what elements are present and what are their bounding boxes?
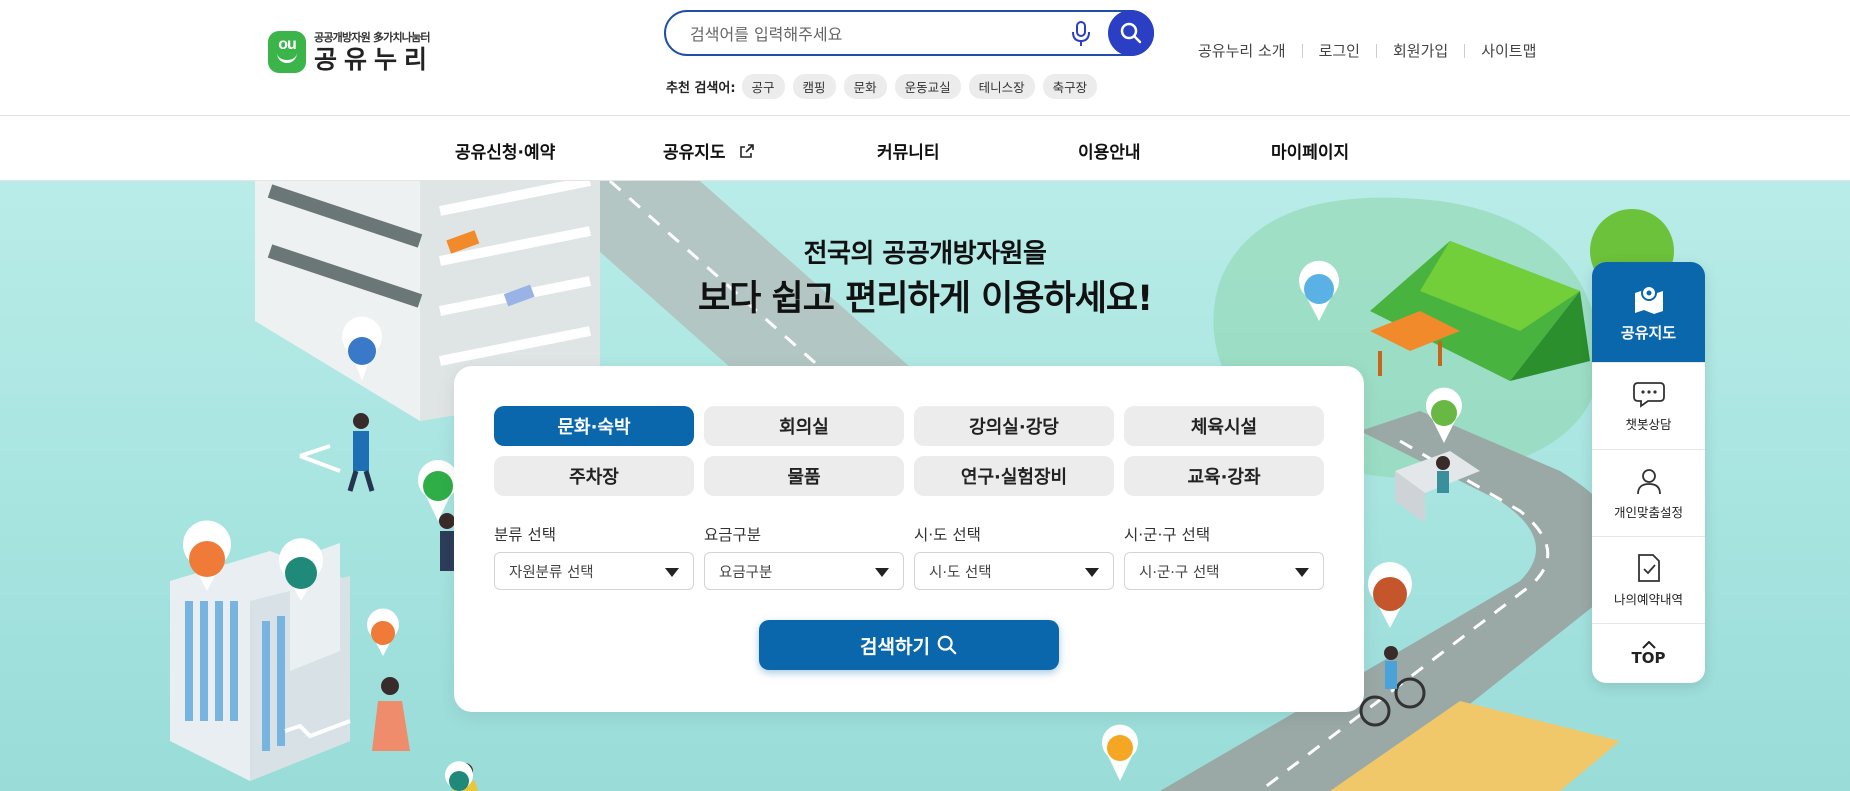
site-logo[interactable]: ou 공공개방자원 多가치나눔터 공유누리 (268, 31, 434, 73)
chevron-down-icon (1085, 568, 1099, 577)
main-nav: 공유신청·예약 공유지도 커뮤니티 이용안내 마이페이지 (0, 116, 1850, 181)
filter-label-district: 시·군·구 선택 (1124, 526, 1211, 544)
quick-share-map[interactable]: 공유지도 (1592, 262, 1705, 362)
search-icon (937, 635, 957, 655)
keyword-chip[interactable]: 운동교실 (894, 74, 961, 99)
category-sports[interactable]: 체육시설 (1124, 406, 1324, 446)
province-select[interactable]: 시·도 선택 (914, 552, 1114, 590)
filter-label-fee: 요금구분 (704, 526, 762, 544)
search-input[interactable] (690, 20, 1050, 48)
fee-select[interactable]: 요금구분 (704, 552, 904, 590)
search-submit-button[interactable]: 검색하기 (759, 620, 1059, 670)
nav-share-map[interactable]: 공유지도 (663, 138, 755, 163)
utility-links: 공유누리 소개 로그인 회원가입 사이트맵 (1198, 40, 1536, 61)
quick-personal-settings[interactable]: 개인맞춤설정 (1592, 449, 1705, 536)
keyword-chip[interactable]: 캠핑 (792, 74, 836, 99)
nav-apply-reserve[interactable]: 공유신청·예약 (455, 138, 555, 163)
category-education[interactable]: 교육·강좌 (1124, 456, 1324, 496)
chevron-up-icon (1641, 640, 1656, 649)
search-icon (1120, 22, 1142, 44)
link-login[interactable]: 로그인 (1319, 40, 1360, 61)
quick-menu: 공유지도 챗봇상담 개인맞춤설정 나의예약내역 TOP (1592, 262, 1705, 683)
recommended-label: 추천 검색어: (666, 81, 736, 96)
category-parking[interactable]: 주차장 (494, 456, 694, 496)
keyword-chip[interactable]: 축구장 (1042, 74, 1098, 99)
chat-bubble-icon (1632, 381, 1665, 408)
chevron-down-icon (665, 568, 679, 577)
filter-label-category: 분류 선택 (494, 526, 556, 544)
quick-my-reservations[interactable]: 나의예약내역 (1592, 536, 1705, 623)
category-lab-equipment[interactable]: 연구·실험장비 (914, 456, 1114, 496)
mic-icon[interactable] (1068, 20, 1094, 48)
user-icon (1636, 468, 1661, 494)
logo-title: 공유누리 (314, 45, 435, 74)
search-box (664, 10, 1154, 56)
checklist-icon (1637, 553, 1660, 582)
category-goods[interactable]: 물품 (704, 456, 904, 496)
nav-guide[interactable]: 이용안내 (1078, 138, 1141, 163)
scroll-top-button[interactable]: TOP (1592, 623, 1705, 683)
chevron-down-icon (875, 568, 889, 577)
hero-section: 전국의 공공개방자원을 보다 쉽고 편리하게 이용하세요! 문화·숙박 회의실 … (0, 181, 1850, 791)
category-meeting-room[interactable]: 회의실 (704, 406, 904, 446)
search-panel: 문화·숙박 회의실 강의실·강당 체육시설 주차장 물품 연구·실험장비 교육·… (454, 366, 1364, 712)
nav-community[interactable]: 커뮤니티 (877, 138, 940, 163)
filter-label-province: 시·도 선택 (914, 526, 981, 544)
keyword-chip[interactable]: 문화 (843, 74, 887, 99)
link-sitemap[interactable]: 사이트맵 (1481, 40, 1536, 61)
category-select[interactable]: 자원분류 선택 (494, 552, 694, 590)
district-select[interactable]: 시·군·구 선택 (1124, 552, 1324, 590)
hero-subtitle: 보다 쉽고 편리하게 이용하세요! (697, 279, 1153, 319)
nav-mypage[interactable]: 마이페이지 (1271, 138, 1349, 163)
keyword-chip[interactable]: 테니스장 (968, 74, 1035, 99)
keyword-chip[interactable]: 공구 (741, 74, 785, 99)
recommended-keywords: 추천 검색어: 공구 캠핑 문화 운동교실 테니스장 축구장 (666, 74, 1105, 99)
external-link-icon (740, 144, 755, 158)
chevron-down-icon (1295, 568, 1309, 577)
header: ou 공공개방자원 多가치나눔터 공유누리 추천 검색어: 공구 캠핑 문화 운… (0, 0, 1850, 116)
map-icon (1634, 284, 1663, 314)
category-lecture-hall[interactable]: 강의실·강당 (914, 406, 1114, 446)
link-about[interactable]: 공유누리 소개 (1198, 40, 1286, 61)
search-button[interactable] (1108, 10, 1154, 56)
link-signup[interactable]: 회원가입 (1393, 40, 1448, 61)
hero-title: 전국의 공공개방자원을 (803, 239, 1047, 269)
quick-chatbot[interactable]: 챗봇상담 (1592, 362, 1705, 449)
category-culture-lodging[interactable]: 문화·숙박 (494, 406, 694, 446)
logo-subtitle: 공공개방자원 多가치나눔터 (314, 31, 431, 44)
logo-mark-icon: ou (268, 31, 306, 73)
